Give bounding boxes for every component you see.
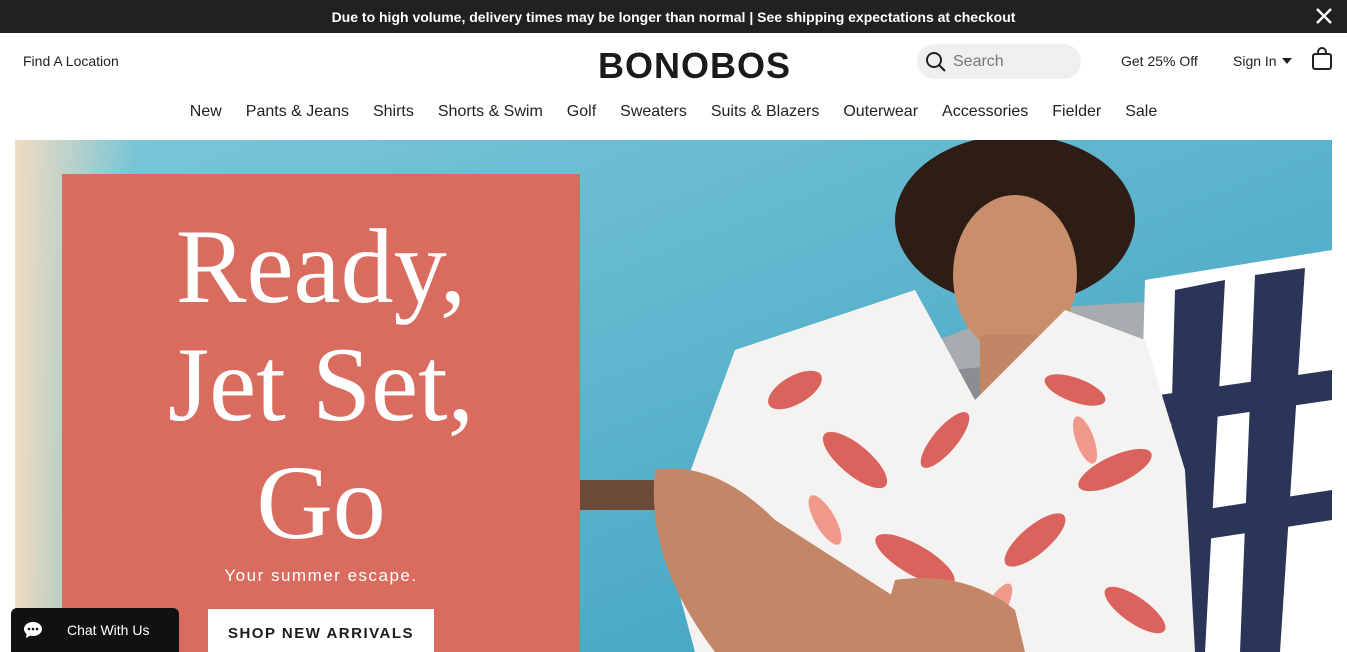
- announcement-bar: Due to high volume, delivery times may b…: [0, 0, 1347, 33]
- nav-item-fielder[interactable]: Fielder: [1040, 95, 1113, 131]
- shop-new-arrivals-button[interactable]: SHOP NEW ARRIVALS: [208, 609, 434, 652]
- search-box[interactable]: [917, 44, 1081, 79]
- search-icon: [926, 51, 946, 72]
- nav-item-sweaters[interactable]: Sweaters: [608, 95, 699, 131]
- hero-headline: Ready, Jet Set, Go: [62, 208, 580, 562]
- main-nav: New Pants & Jeans Shirts Shorts & Swim G…: [0, 95, 1347, 131]
- announcement-text[interactable]: Due to high volume, delivery times may b…: [332, 9, 1016, 25]
- hero-text-panel: Ready, Jet Set, Go Your summer escape. S…: [62, 174, 580, 652]
- sign-in-label: Sign In: [1233, 53, 1277, 69]
- hero-banner[interactable]: Ready, Jet Set, Go Your summer escape. S…: [15, 140, 1332, 652]
- sign-in-menu[interactable]: Sign In: [1233, 53, 1292, 69]
- chat-label: Chat With Us: [67, 622, 150, 638]
- site-header: Find A Location BONOBOS Get 25% Off Sign…: [0, 33, 1347, 95]
- close-icon[interactable]: [1313, 5, 1335, 27]
- nav-item-new[interactable]: New: [178, 95, 234, 131]
- chevron-down-icon: [1281, 58, 1292, 64]
- nav-item-pants-jeans[interactable]: Pants & Jeans: [234, 95, 361, 131]
- chat-bubble-icon: [24, 622, 42, 638]
- brand-logo[interactable]: BONOBOS: [598, 45, 791, 87]
- nav-item-outerwear[interactable]: Outerwear: [831, 95, 930, 131]
- nav-item-golf[interactable]: Golf: [555, 95, 608, 131]
- promo-link[interactable]: Get 25% Off: [1121, 53, 1198, 69]
- headline-line-3: Go: [256, 444, 386, 561]
- hero-tagline: Your summer escape.: [224, 566, 418, 585]
- find-location-link[interactable]: Find A Location: [23, 53, 119, 69]
- nav-item-suits-blazers[interactable]: Suits & Blazers: [699, 95, 831, 131]
- chat-widget-button[interactable]: Chat With Us: [11, 608, 179, 652]
- headline-line-2: Jet Set,: [167, 326, 475, 443]
- shopping-bag-icon[interactable]: [1311, 47, 1333, 71]
- nav-item-shorts-swim[interactable]: Shorts & Swim: [426, 95, 555, 131]
- nav-item-shirts[interactable]: Shirts: [361, 95, 426, 131]
- search-input[interactable]: [953, 52, 1063, 71]
- headline-line-1: Ready,: [175, 208, 467, 325]
- nav-item-sale[interactable]: Sale: [1113, 95, 1169, 131]
- nav-item-accessories[interactable]: Accessories: [930, 95, 1040, 131]
